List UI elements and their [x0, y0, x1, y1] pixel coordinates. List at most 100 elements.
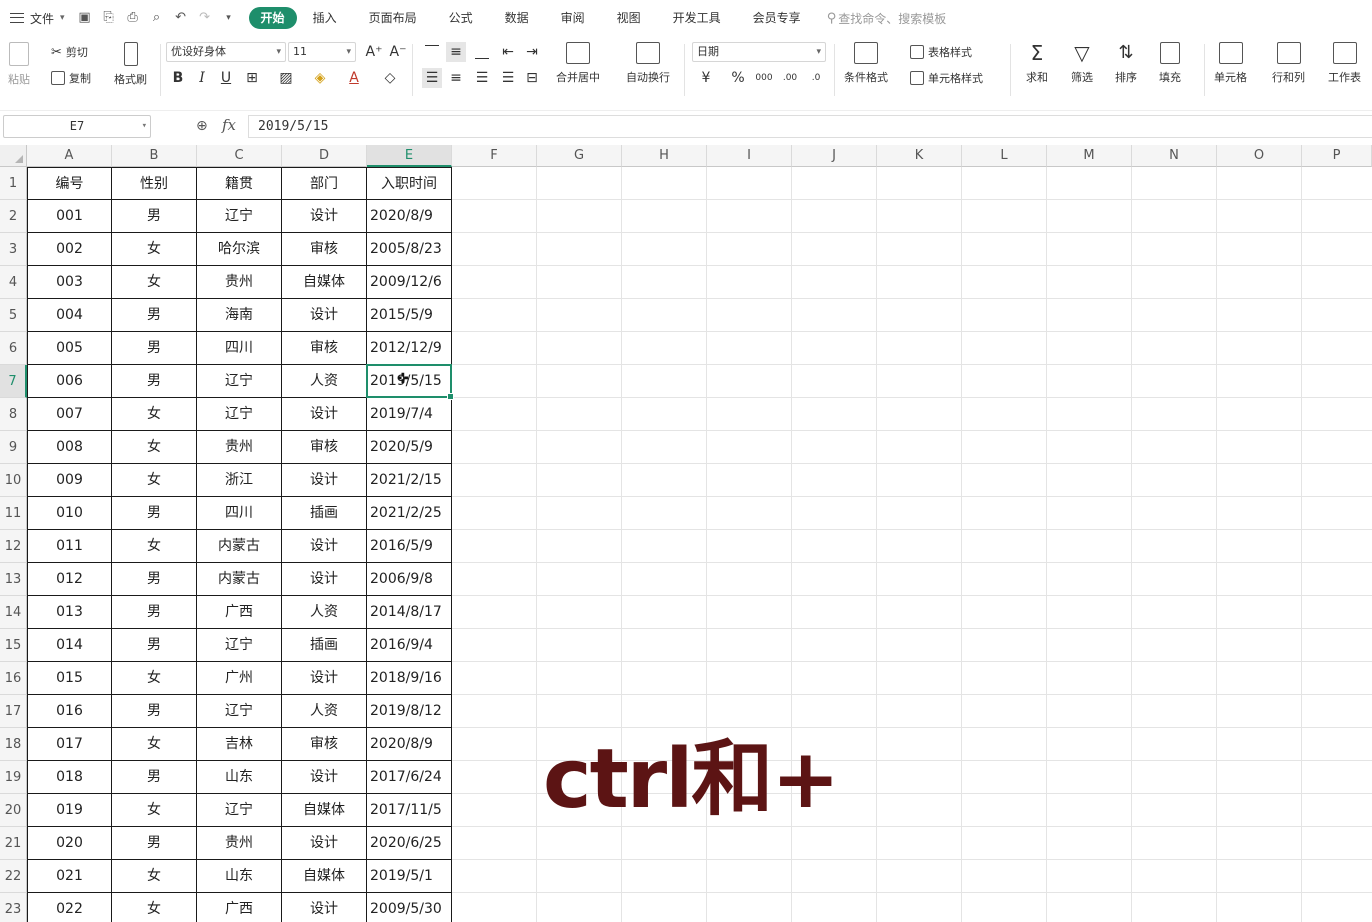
row-header[interactable]: 8 [0, 398, 27, 431]
tab-6[interactable]: 视图 [601, 7, 657, 29]
table-cell[interactable]: 哈尔滨 [197, 233, 282, 266]
table-header-cell[interactable]: 性别 [112, 167, 197, 200]
table-cell[interactable]: 2020/5/9 [367, 431, 452, 464]
row-header[interactable]: 11 [0, 497, 27, 530]
table-cell[interactable]: 辽宁 [197, 695, 282, 728]
column-header-c[interactable]: C [197, 145, 282, 167]
column-header-d[interactable]: D [282, 145, 367, 167]
row-header[interactable]: 3 [0, 233, 27, 266]
thousands-icon[interactable]: 000 [754, 68, 774, 88]
table-cell[interactable]: 男 [112, 695, 197, 728]
row-header[interactable]: 13 [0, 563, 27, 596]
table-cell[interactable]: 2016/9/4 [367, 629, 452, 662]
table-cell[interactable]: 2021/2/15 [367, 464, 452, 497]
italic-icon[interactable]: I [192, 68, 212, 88]
table-cell[interactable]: 审核 [282, 332, 367, 365]
column-header-k[interactable]: K [877, 145, 962, 167]
table-cell[interactable]: 广西 [197, 893, 282, 922]
table-cell[interactable]: 女 [112, 893, 197, 922]
table-cell[interactable]: 辽宁 [197, 794, 282, 827]
paste-button[interactable]: 粘贴 [8, 42, 30, 87]
table-cell[interactable]: 2005/8/23 [367, 233, 452, 266]
table-cell[interactable]: 2009/12/6 [367, 266, 452, 299]
table-cell[interactable]: 山东 [197, 860, 282, 893]
sum-button[interactable]: Σ 求和 [1026, 42, 1048, 85]
table-cell[interactable]: 009 [27, 464, 112, 497]
table-cell[interactable]: 设计 [282, 299, 367, 332]
table-cell[interactable]: 审核 [282, 431, 367, 464]
table-cell[interactable]: 男 [112, 200, 197, 233]
table-cell[interactable]: 002 [27, 233, 112, 266]
currency-icon[interactable]: ¥ [696, 68, 716, 88]
table-cell[interactable]: 2021/2/25 [367, 497, 452, 530]
fill-color-icon[interactable]: ◈ [310, 68, 330, 88]
table-cell[interactable]: 2006/9/8 [367, 563, 452, 596]
table-header-cell[interactable]: 籍贯 [197, 167, 282, 200]
row-header[interactable]: 2 [0, 200, 27, 233]
table-cell[interactable]: 004 [27, 299, 112, 332]
table-cell[interactable]: 女 [112, 266, 197, 299]
command-search[interactable]: ⚲ 查找命令、搜索模板 [827, 10, 947, 27]
table-cell[interactable]: 女 [112, 398, 197, 431]
table-cell[interactable]: 辽宁 [197, 398, 282, 431]
select-all-corner[interactable] [0, 145, 27, 167]
conditional-format-button[interactable]: 条件格式 [844, 42, 888, 85]
row-header[interactable]: 14 [0, 596, 27, 629]
row-header[interactable]: 1 [0, 167, 27, 200]
decrease-decimal-icon[interactable]: .0 [806, 68, 826, 88]
cell-style-button[interactable]: 单元格样式 [910, 70, 983, 86]
table-cell[interactable]: 女 [112, 728, 197, 761]
table-cell[interactable]: 2017/6/24 [367, 761, 452, 794]
table-cell[interactable]: 男 [112, 761, 197, 794]
table-cell[interactable]: 男 [112, 596, 197, 629]
table-cell[interactable]: 设计 [282, 827, 367, 860]
table-cell[interactable]: 广州 [197, 662, 282, 695]
distribute-icon[interactable]: ⊟ [522, 68, 542, 88]
undo-icon[interactable]: ↶ [174, 11, 188, 25]
table-cell[interactable]: 女 [112, 794, 197, 827]
tab-4[interactable]: 数据 [489, 7, 545, 29]
outdent-icon[interactable]: ⇤ [498, 42, 518, 62]
increase-font-icon[interactable]: A⁺ [364, 42, 384, 62]
align-center-icon[interactable]: ≡ [446, 68, 466, 88]
table-cell[interactable]: 020 [27, 827, 112, 860]
table-cell[interactable]: 山东 [197, 761, 282, 794]
table-cell[interactable]: 2020/8/9 [367, 200, 452, 233]
tab-8[interactable]: 会员专享 [737, 7, 817, 29]
table-cell[interactable]: 019 [27, 794, 112, 827]
table-cell[interactable]: 男 [112, 629, 197, 662]
table-cell[interactable]: 男 [112, 563, 197, 596]
table-cell[interactable]: 016 [27, 695, 112, 728]
table-cell[interactable]: 吉林 [197, 728, 282, 761]
copy-button[interactable]: 复制 [51, 70, 91, 86]
column-header-m[interactable]: M [1047, 145, 1132, 167]
row-header[interactable]: 15 [0, 629, 27, 662]
font-name-select[interactable]: 优设好身体 [166, 42, 286, 62]
wrap-text-button[interactable]: 自动换行 [626, 42, 670, 85]
table-cell[interactable]: 2018/9/16 [367, 662, 452, 695]
table-cell[interactable]: 内蒙古 [197, 530, 282, 563]
table-cell[interactable]: 013 [27, 596, 112, 629]
table-header-cell[interactable]: 入职时间 [367, 167, 452, 200]
table-cell[interactable]: 自媒体 [282, 794, 367, 827]
align-top-icon[interactable]: ⎺ [422, 42, 442, 62]
row-header[interactable]: 16 [0, 662, 27, 695]
decrease-font-icon[interactable]: A⁻ [388, 42, 408, 62]
tab-7[interactable]: 开发工具 [657, 7, 737, 29]
table-cell[interactable]: 插画 [282, 629, 367, 662]
print-preview-icon[interactable]: ⌕ [150, 11, 164, 25]
row-col-button[interactable]: 行和列 [1272, 42, 1305, 85]
table-cell[interactable]: 女 [112, 860, 197, 893]
save-icon[interactable]: ▣ [78, 11, 92, 25]
column-header-j[interactable]: J [792, 145, 877, 167]
redo-icon[interactable]: ↷ [198, 11, 212, 25]
file-menu[interactable]: 文件 ▾ [0, 0, 65, 36]
table-cell[interactable]: 男 [112, 299, 197, 332]
table-cell[interactable]: 浙江 [197, 464, 282, 497]
table-cell[interactable]: 008 [27, 431, 112, 464]
font-color-icon[interactable]: A [344, 68, 364, 88]
table-cell[interactable]: 男 [112, 497, 197, 530]
row-header[interactable]: 6 [0, 332, 27, 365]
table-cell[interactable]: 014 [27, 629, 112, 662]
table-cell[interactable]: 010 [27, 497, 112, 530]
